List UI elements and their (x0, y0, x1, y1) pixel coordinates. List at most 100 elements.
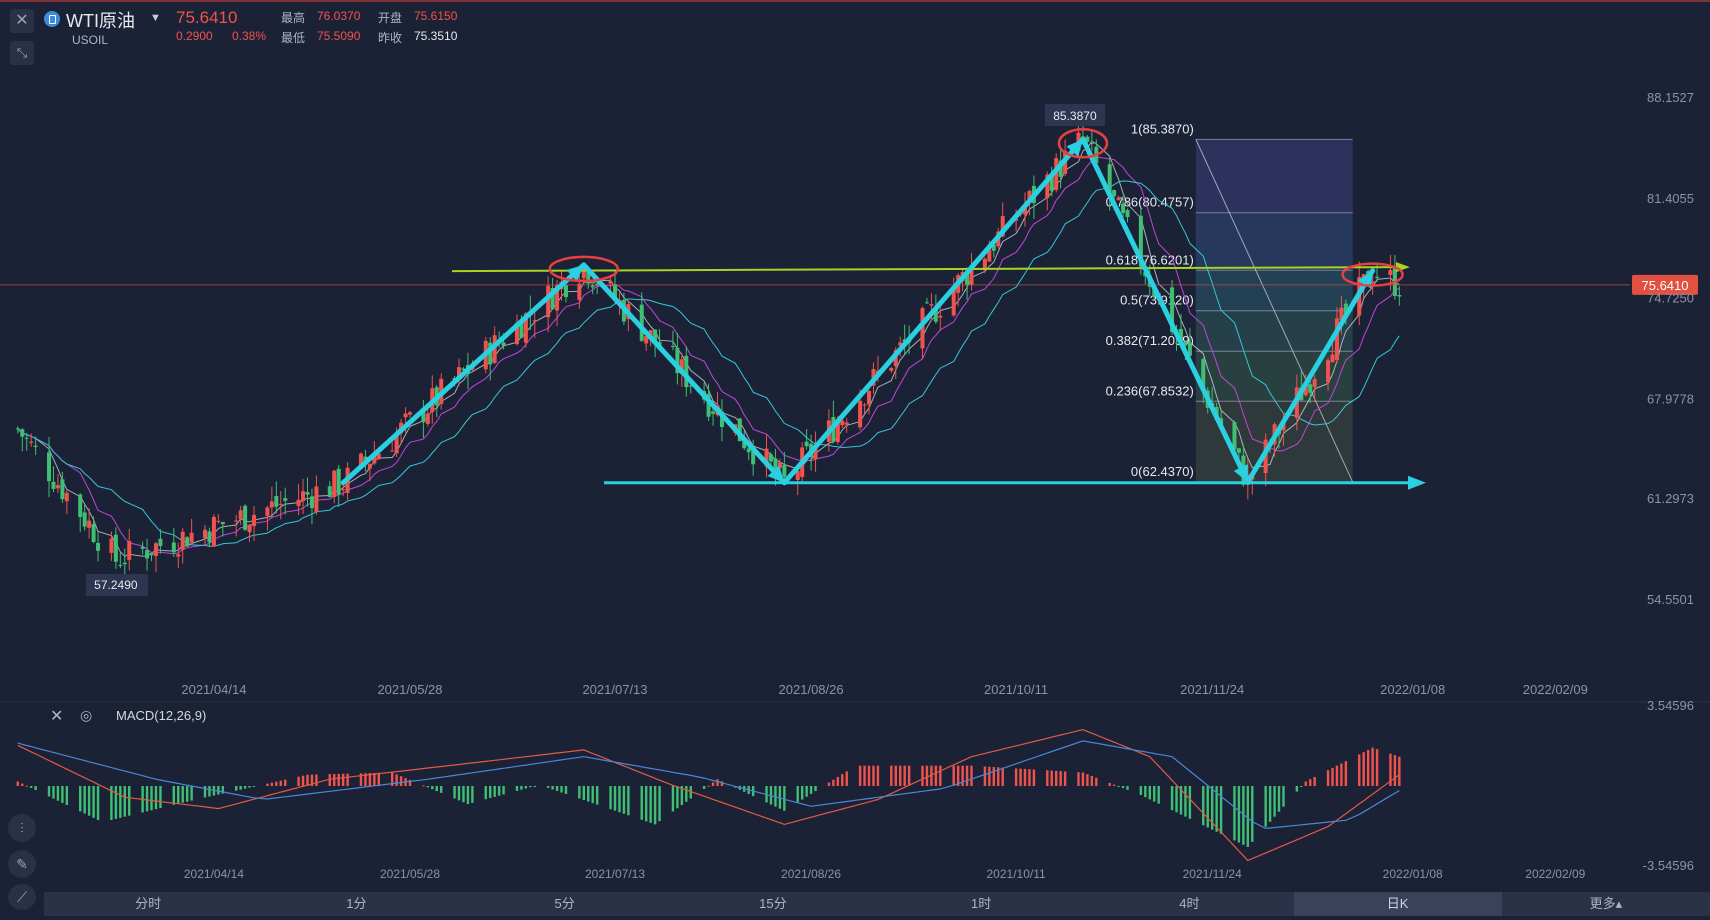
close-icon[interactable]: ✕ (50, 706, 63, 726)
macd-histogram-bar (466, 786, 470, 805)
macd-histogram-bar (578, 786, 581, 799)
macd-histogram-bar (1313, 776, 1316, 786)
last-price: 75.6410 (176, 8, 238, 27)
tab-daily[interactable]: 日K (1293, 892, 1502, 916)
macd-histogram-bar (1273, 786, 1276, 817)
macd-date-axis-tick: 2021/05/28 (380, 867, 440, 881)
macd-histogram-bar (702, 786, 706, 789)
macd-date-axis-tick: 2021/08/26 (781, 867, 841, 881)
macd-histogram-bar (1375, 749, 1379, 786)
macd-histogram-bar (1340, 763, 1343, 786)
settings-icon[interactable]: ◎ (80, 707, 92, 724)
candle-body (1312, 379, 1317, 388)
macd-histogram-bar (925, 765, 929, 786)
candle-body (532, 320, 537, 322)
close-icon[interactable]: ✕ (10, 9, 34, 33)
macd-histogram-bar (711, 782, 715, 786)
collapse-icon[interactable]: ⤡ (10, 41, 34, 65)
macd-histogram-bar (248, 786, 251, 788)
candle-body (109, 538, 114, 553)
macd-histogram-bar (988, 766, 991, 786)
candle-body (670, 345, 675, 347)
candle-body (252, 514, 257, 527)
candle-body (341, 489, 346, 491)
tab-1min[interactable]: 1分 (252, 892, 460, 916)
chevron-down-icon[interactable]: ▼ (150, 12, 161, 24)
macd-histogram-bar (301, 775, 305, 786)
tab-1hour[interactable]: 1时 (877, 892, 1085, 916)
macd-histogram-bar (16, 781, 20, 786)
indicator-tool-icon[interactable]: ⫶ (8, 814, 36, 842)
low-label: 最低 (281, 31, 306, 45)
macd-histogram-bar (373, 772, 376, 786)
macd-histogram-bar (622, 786, 626, 814)
macd-histogram-bar (457, 786, 461, 801)
candle-body (118, 564, 123, 566)
date-axis-tick: 2022/01/08 (1380, 682, 1445, 697)
tab-fenshi[interactable]: 分时 (44, 892, 252, 916)
symbol-name[interactable]: WTI原油 (66, 7, 135, 33)
macd-histogram-bar (65, 786, 69, 805)
candle-body (15, 428, 20, 430)
macd-date-axis-tick: 2021/04/14 (184, 867, 244, 881)
candle-body (314, 486, 319, 513)
draw-tool-icon[interactable]: ✎ (8, 850, 36, 878)
macd-histogram-bar (252, 786, 256, 787)
candle-body (938, 315, 943, 318)
macd-histogram-bar (1251, 786, 1254, 842)
macd-histogram-bar (453, 786, 456, 799)
candle-body (55, 485, 60, 489)
macd-histogram-bar (1398, 756, 1401, 786)
macd-histogram-bar (337, 773, 340, 786)
macd-date-axis-tick: 2022/02/09 (1525, 867, 1585, 881)
macd-histogram-bar (872, 765, 875, 786)
macd-histogram-bar (890, 765, 893, 786)
macd-histogram-bar (431, 786, 434, 790)
macd-histogram-bar (275, 781, 278, 786)
macd-histogram-bar (497, 786, 501, 796)
macd-histogram-bar (328, 774, 331, 786)
macd-histogram-bar (1028, 769, 1031, 786)
macd-histogram-bar (119, 786, 122, 818)
candle-body (180, 531, 185, 550)
macd-histogram-bar (426, 786, 430, 788)
macd-histogram-bar (83, 786, 86, 814)
macd-histogram-bar (1233, 786, 1236, 841)
macd-histogram-bar (346, 773, 349, 786)
price-chart[interactable]: 1(85.3870)0.786(80.4757)0.618(76.6201)0.… (0, 0, 1710, 892)
macd-histogram-bar (983, 766, 987, 786)
macd-histogram-bar (395, 774, 398, 786)
macd-axis-tick: 3.54596 (1647, 698, 1694, 713)
macd-histogram-bar (827, 782, 831, 786)
fib-band (1195, 212, 1353, 271)
tab-15min[interactable]: 15分 (669, 892, 877, 916)
candle-body (29, 441, 34, 443)
macd-histogram-bar (907, 765, 911, 786)
macd-histogram-bar (618, 786, 621, 813)
candle-body (238, 510, 243, 519)
candle-body (158, 538, 163, 547)
macd-histogram-bar (1202, 786, 1205, 826)
fib-level-label: 1(85.3870) (1131, 121, 1194, 136)
macd-histogram-bar (1023, 768, 1027, 786)
candle-body (91, 523, 96, 542)
macd-histogram-bar (502, 786, 505, 795)
tab-5min[interactable]: 5分 (461, 892, 669, 916)
candle-body (1308, 384, 1313, 393)
candle-body (309, 496, 314, 509)
macd-histogram-bar (239, 786, 242, 790)
candle-body (60, 479, 65, 500)
macd-histogram-bar (471, 786, 474, 803)
tab-more[interactable]: 更多▴ (1502, 892, 1710, 916)
macd-histogram-bar (676, 786, 679, 809)
trend-tool-icon[interactable]: ⟋ (8, 884, 36, 910)
candle-body (33, 445, 38, 448)
macd-histogram-bar (551, 786, 554, 790)
quote-header: ✕ ⤡ WTI原油 ▼ USOIL 75.6410 0.2900 0.38% 最… (0, 0, 1710, 65)
macd-histogram-bar (841, 774, 844, 786)
macd-histogram-bar (899, 765, 902, 786)
macd-histogram-bar (1117, 786, 1120, 787)
macd-histogram-bar (1366, 749, 1370, 786)
candle-body (247, 524, 252, 533)
tab-4hour[interactable]: 4时 (1085, 892, 1293, 916)
